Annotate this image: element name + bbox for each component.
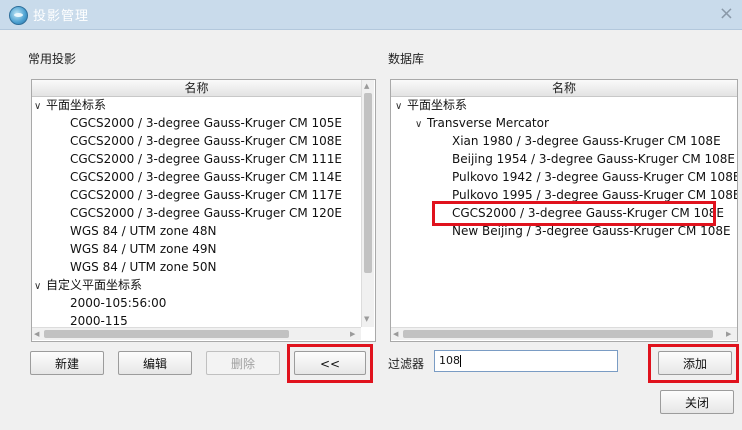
horizontal-scroll-thumb[interactable] — [403, 330, 713, 338]
filter-label: 过滤器 — [388, 357, 425, 371]
filter-value: 108 — [439, 354, 460, 367]
highlight-box-selected-item — [432, 201, 716, 226]
horizontal-scrollbar[interactable]: ◀ ▶ — [32, 327, 361, 340]
common-projections-list[interactable]: 名称 ∨ 平面坐标系 CGCS2000 / 3-degree Gauss-Krug… — [31, 79, 376, 342]
app-icon — [9, 6, 28, 25]
vertical-scroll-thumb[interactable] — [364, 93, 372, 273]
column-header-name[interactable]: 名称 — [391, 80, 737, 97]
highlight-box-add — [648, 344, 739, 383]
chevron-down-icon[interactable]: ∨ — [34, 278, 46, 296]
text-cursor — [460, 355, 461, 367]
tree-group-custom-plane-coordinate[interactable]: ∨ 自定义平面坐标系 — [34, 276, 142, 294]
list-item[interactable]: CGCS2000 / 3-degree Gauss-Kruger CM 114E — [70, 168, 342, 186]
chevron-down-icon[interactable]: ∨ — [34, 98, 46, 116]
list-item[interactable]: Beijing 1954 / 3-degree Gauss-Kruger CM … — [452, 150, 735, 168]
tree-node-transverse-mercator[interactable]: ∨ Transverse Mercator — [415, 114, 549, 132]
chevron-down-icon[interactable]: ∨ — [395, 98, 407, 116]
vertical-scrollbar[interactable]: ▲ ▼ — [361, 80, 374, 327]
highlight-box-move-left — [287, 344, 373, 383]
list-item[interactable]: CGCS2000 / 3-degree Gauss-Kruger CM 117E — [70, 186, 342, 204]
common-projections-label: 常用投影 — [28, 52, 77, 66]
list-item[interactable]: Pulkovo 1942 / 3-degree Gauss-Kruger CM … — [452, 168, 737, 186]
list-item[interactable]: CGCS2000 / 3-degree Gauss-Kruger CM 111E — [70, 150, 342, 168]
close-button[interactable]: 关闭 — [660, 390, 734, 414]
list-item[interactable]: Xian 1980 / 3-degree Gauss-Kruger CM 108… — [452, 132, 721, 150]
horizontal-scrollbar[interactable]: ◀ ▶ — [391, 327, 737, 340]
list-item[interactable]: CGCS2000 / 3-degree Gauss-Kruger CM 105E — [70, 114, 342, 132]
scroll-up-icon[interactable]: ▲ — [364, 82, 369, 90]
chevron-down-icon[interactable]: ∨ — [415, 116, 427, 134]
edit-button[interactable]: 编辑 — [118, 351, 192, 375]
tree-root-plane-coordinate[interactable]: ∨ 平面坐标系 — [395, 96, 467, 114]
list-item[interactable]: 2000-105:56:00 — [70, 294, 166, 312]
scroll-right-icon[interactable]: ▶ — [726, 330, 731, 338]
database-label: 数据库 — [388, 52, 425, 66]
list-item[interactable]: CGCS2000 / 3-degree Gauss-Kruger CM 120E — [70, 204, 342, 222]
tree-group-plane-coordinate[interactable]: ∨ 平面坐标系 — [34, 96, 106, 114]
new-button[interactable]: 新建 — [30, 351, 104, 375]
scroll-left-icon[interactable]: ◀ — [34, 330, 39, 338]
column-header-name[interactable]: 名称 — [32, 80, 361, 97]
filter-input[interactable]: 108 — [434, 350, 618, 372]
list-item[interactable]: WGS 84 / UTM zone 49N — [70, 240, 217, 258]
title-bar: 投影管理 × — [0, 0, 742, 30]
list-item[interactable]: WGS 84 / UTM zone 48N — [70, 222, 217, 240]
scroll-left-icon[interactable]: ◀ — [393, 330, 398, 338]
scroll-down-icon[interactable]: ▼ — [364, 315, 369, 323]
horizontal-scroll-thumb[interactable] — [44, 330, 289, 338]
list-item[interactable]: CGCS2000 / 3-degree Gauss-Kruger CM 108E — [70, 132, 342, 150]
list-item[interactable]: WGS 84 / UTM zone 50N — [70, 258, 217, 276]
window-title: 投影管理 — [33, 9, 90, 24]
delete-button[interactable]: 删除 — [206, 351, 280, 375]
close-icon[interactable]: × — [719, 3, 734, 24]
scroll-right-icon[interactable]: ▶ — [350, 330, 355, 338]
